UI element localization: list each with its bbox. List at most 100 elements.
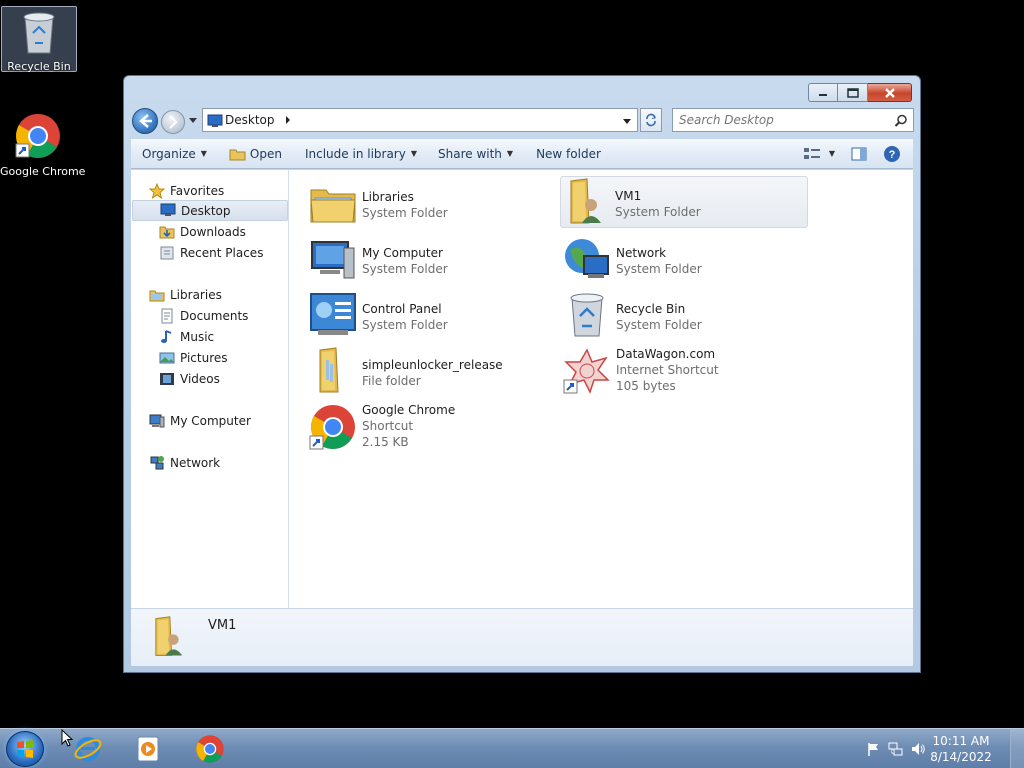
search-icon[interactable] <box>894 114 908 128</box>
nav-music[interactable]: Music <box>131 326 287 347</box>
new-folder-label: New folder <box>536 146 601 161</box>
nav-downloads[interactable]: Downloads <box>131 221 287 242</box>
nav-pictures[interactable]: Pictures <box>131 347 287 368</box>
include-in-library-button[interactable]: Include in library ▼ <box>291 139 426 168</box>
restore-button[interactable] <box>838 83 868 102</box>
item-control-panel[interactable]: Control Panel System Folder <box>308 290 556 342</box>
details-pane: VM1 <box>131 608 913 666</box>
desktop-icon-label: Google Chrome <box>0 165 86 178</box>
network-status-icon[interactable] <box>888 741 904 757</box>
nav-label: Network <box>170 455 221 470</box>
item-type: System Folder <box>362 318 448 332</box>
nav-libraries[interactable]: Libraries <box>131 284 287 305</box>
item-google-chrome[interactable]: Google Chrome Shortcut 2.15 KB <box>308 402 556 472</box>
show-desktop-button[interactable] <box>1010 729 1024 768</box>
explorer-body: Favorites Desktop Downloads Recent Place… <box>131 170 913 666</box>
address-dropdown-icon[interactable] <box>622 116 632 126</box>
help-icon: ? <box>884 145 900 162</box>
nav-label: Recent Places <box>180 245 264 260</box>
item-type: Shortcut <box>362 419 414 433</box>
start-button[interactable] <box>6 731 44 767</box>
close-button[interactable] <box>868 83 912 102</box>
item-type: System Folder <box>616 318 702 332</box>
navigation-pane[interactable]: Favorites Desktop Downloads Recent Place… <box>131 170 289 608</box>
address-bar[interactable]: Desktop <box>202 108 638 132</box>
open-button[interactable]: Open <box>216 139 291 168</box>
control-panel-icon <box>310 293 356 335</box>
item-type: Internet Shortcut <box>616 363 719 377</box>
windows-logo-icon <box>17 740 33 758</box>
nav-label: Videos <box>180 371 220 386</box>
organize-button[interactable]: Organize ▼ <box>131 139 216 168</box>
nav-recent-places[interactable]: Recent Places <box>131 242 287 263</box>
minimize-button[interactable] <box>808 83 838 102</box>
recent-places-icon <box>160 246 174 259</box>
file-list[interactable]: Libraries System Folder VM1 System Folder … <box>290 170 913 608</box>
clock-date: 8/14/2022 <box>930 750 992 764</box>
item-name: Recycle Bin <box>616 302 686 316</box>
taskbar-internet-explorer[interactable] <box>70 731 106 767</box>
nav-label: My Computer <box>170 413 251 428</box>
desktop-icon-google-chrome[interactable]: Google Chrome <box>0 112 86 178</box>
help-button[interactable]: ? <box>879 139 913 168</box>
forward-button[interactable] <box>161 110 185 134</box>
item-name: My Computer <box>362 246 443 260</box>
change-view-button[interactable]: ▼ <box>799 139 839 168</box>
breadcrumb-arrow-icon[interactable] <box>283 115 293 125</box>
preview-pane-button[interactable] <box>839 139 879 168</box>
search-box[interactable] <box>672 108 914 132</box>
taskbar-media-player[interactable] <box>130 731 166 767</box>
star-icon <box>149 182 165 199</box>
preview-pane-icon <box>851 147 867 160</box>
chevron-down-icon: ▼ <box>200 149 207 158</box>
desktop-location-icon <box>207 114 223 127</box>
item-recycle-bin[interactable]: Recycle Bin System Folder <box>562 290 810 342</box>
documents-icon <box>161 308 173 323</box>
item-simpleunlocker-release[interactable]: simpleunlocker_release File folder <box>308 346 556 398</box>
chrome-icon <box>309 405 355 450</box>
explorer-window[interactable]: Desktop Organize ▼ Open Include in librar… <box>123 75 921 673</box>
nav-desktop[interactable]: Desktop <box>132 200 288 221</box>
nav-documents[interactable]: Documents <box>131 305 287 326</box>
breadcrumb-desktop[interactable]: Desktop <box>225 113 275 127</box>
nav-favorites[interactable]: Favorites <box>131 180 287 201</box>
include-in-library-label: Include in library <box>304 146 406 161</box>
taskbar-google-chrome[interactable] <box>192 731 228 767</box>
item-type: System Folder <box>615 205 701 219</box>
recent-pages-dropdown-icon[interactable] <box>188 115 198 125</box>
details-item-name: VM1 <box>208 618 237 633</box>
computer-icon <box>311 241 355 279</box>
item-type: System Folder <box>616 262 702 276</box>
volume-icon[interactable] <box>910 741 926 757</box>
open-label: Open <box>249 146 282 161</box>
recycle-bin-icon <box>570 293 604 337</box>
new-folder-button[interactable]: New folder <box>522 139 610 168</box>
item-type: System Folder <box>362 206 448 220</box>
item-my-computer[interactable]: My Computer System Folder <box>308 234 556 286</box>
nav-label: Pictures <box>180 350 228 365</box>
refresh-button[interactable] <box>640 108 662 132</box>
libraries-icon <box>149 290 165 301</box>
nav-my-computer[interactable]: My Computer <box>131 410 287 431</box>
clock[interactable]: 10:11 AM 8/14/2022 <box>926 733 996 765</box>
desktop-icon-recycle-bin[interactable]: Recycle Bin <box>1 6 77 73</box>
refresh-icon <box>646 113 656 127</box>
item-libraries[interactable]: Libraries System Folder <box>308 178 556 230</box>
clock-time: 10:11 AM <box>932 734 990 748</box>
item-name: DataWagon.com <box>616 347 716 361</box>
nav-videos[interactable]: Videos <box>131 368 287 389</box>
item-network[interactable]: Network System Folder <box>562 234 810 286</box>
item-vm1[interactable]: VM1 System Folder <box>560 176 808 228</box>
computer-icon <box>149 414 165 427</box>
item-datawagon[interactable]: DataWagon.com Internet Shortcut 105 bytes <box>562 346 810 416</box>
item-name: Control Panel <box>362 302 442 316</box>
nav-label: Favorites <box>170 183 225 198</box>
restore-icon <box>846 87 859 98</box>
action-center-flag-icon[interactable] <box>866 741 882 757</box>
nav-network[interactable]: Network <box>131 452 287 473</box>
back-button[interactable] <box>132 108 158 134</box>
search-input[interactable] <box>679 113 889 127</box>
nav-label: Libraries <box>170 287 222 302</box>
chrome-icon <box>196 735 224 763</box>
share-with-button[interactable]: Share with ▼ <box>426 139 522 168</box>
